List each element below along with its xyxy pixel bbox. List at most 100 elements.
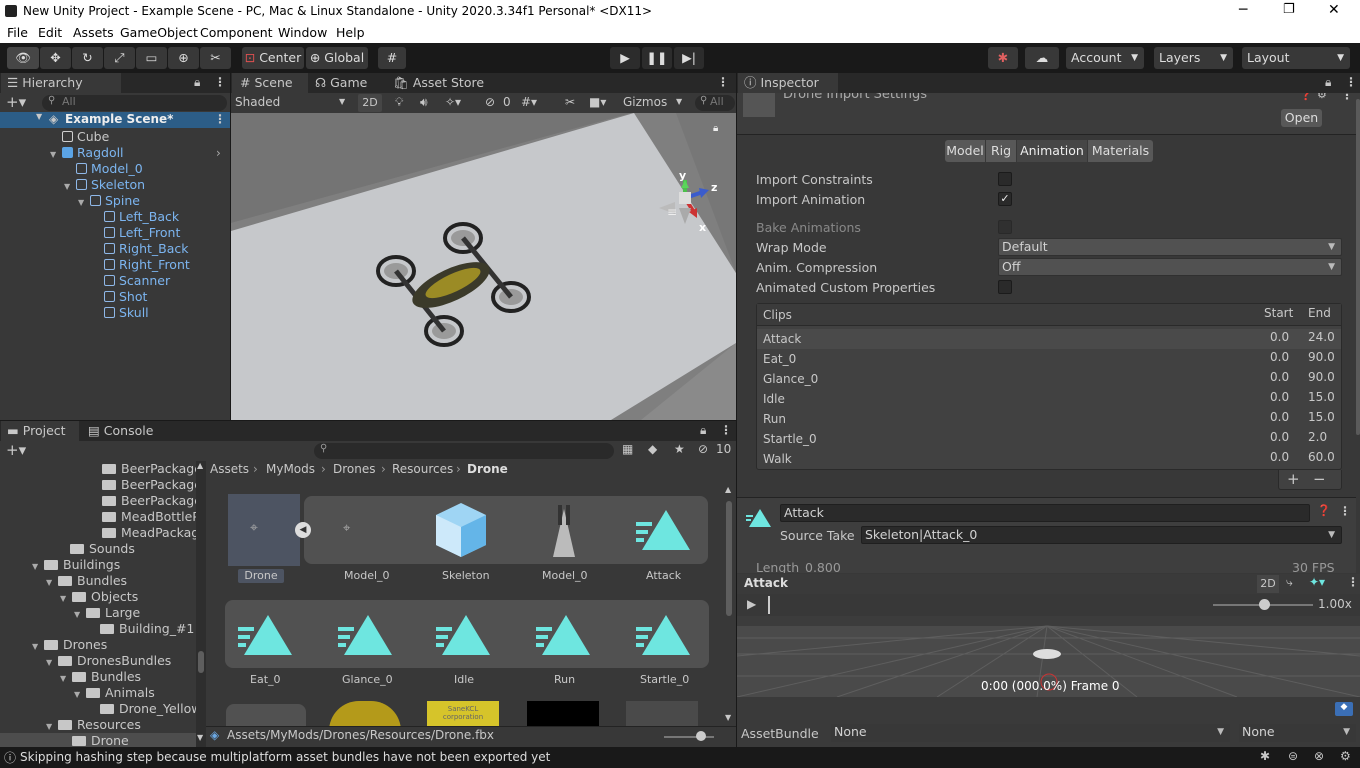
tag-icon[interactable]: ◆ — [1335, 702, 1353, 716]
play-button[interactable]: ▶ — [610, 47, 640, 69]
scene-viewport[interactable]: y z x 🔒︎ ≡ — [231, 113, 736, 420]
layout-dropdown[interactable]: Layout ▼ — [1242, 47, 1350, 69]
hidden-objects-icon[interactable]: ⊘ — [485, 95, 495, 109]
tab-console[interactable]: ▤ Console — [88, 421, 168, 441]
pivot-icon[interactable]: ⤷ — [1286, 575, 1293, 590]
animation-clip-icon[interactable] — [238, 613, 294, 657]
rect-tool-button[interactable]: ▭ — [136, 47, 167, 69]
asset-partial-gray[interactable] — [626, 701, 698, 726]
scroll-down-icon[interactable]: ▼ — [725, 713, 731, 722]
scene-gizmo[interactable] — [651, 168, 731, 238]
more-icon[interactable]: ⋮ — [1347, 575, 1359, 589]
model0-asset[interactable] — [549, 503, 579, 559]
tools-icon[interactable]: ✂ — [565, 95, 575, 109]
close-button[interactable]: ✕ — [1328, 2, 1340, 18]
hierarchy-item-ragdoll[interactable]: ▼ Ragdoll — [50, 145, 124, 161]
anim-compression-dropdown[interactable]: Off ▼ — [998, 258, 1342, 276]
tree-item[interactable]: ▼ Drones — [32, 637, 107, 653]
breadcrumb-item[interactable]: Assets — [210, 462, 249, 476]
scene-menu-icon[interactable]: ⋮ — [214, 112, 226, 126]
progress-icon[interactable]: ⊗ — [1314, 749, 1324, 763]
speed-slider-thumb[interactable] — [1259, 599, 1270, 610]
expand-icon[interactable]: ▼ — [74, 607, 86, 623]
expand-icon[interactable]: ▼ — [60, 671, 72, 687]
scene-row[interactable]: ▼ ◈ Example Scene* ⋮ — [0, 112, 230, 128]
tree-item[interactable]: ▼ Buildings — [32, 557, 120, 573]
tree-item[interactable]: BeerPackage — [102, 493, 202, 509]
tree-item[interactable]: ▼ Bundles — [46, 573, 127, 589]
import-animation-checkbox[interactable]: ✓ — [998, 192, 1012, 206]
tree-item[interactable]: BeerPackage — [102, 461, 202, 477]
help-icon[interactable]: ❓ — [1299, 93, 1313, 101]
animation-clip-icon[interactable] — [636, 613, 692, 657]
preview-viewport[interactable]: 0:00 (000.0%) Frame 0 — [737, 616, 1360, 697]
expand-icon[interactable]: ▼ — [50, 147, 62, 163]
tree-item[interactable]: ▼ Resources — [46, 717, 141, 733]
asset-partial-sphere[interactable] — [329, 701, 401, 726]
hierarchy-item-shot[interactable]: Shot — [104, 289, 147, 305]
lock-icon[interactable]: 🔒︎ — [194, 75, 200, 90]
scale-tool-button[interactable]: ⤢ — [104, 47, 135, 69]
expand-icon[interactable]: ▼ — [32, 639, 44, 655]
zoom-slider-track[interactable] — [664, 736, 714, 738]
2d-toggle[interactable]: 2D — [358, 94, 382, 112]
hierarchy-item-cube[interactable]: Cube — [62, 129, 109, 145]
pause-button[interactable]: ❚❚ — [642, 47, 672, 69]
tab-hierarchy[interactable]: ☰ Hierarchy — [1, 73, 121, 93]
panel-menu-icon[interactable]: ⋮ — [214, 75, 226, 89]
menu-window[interactable]: Window — [278, 25, 327, 40]
filter-type-icon[interactable]: ▦ — [622, 442, 633, 456]
asset-partial[interactable] — [226, 704, 306, 726]
lock-icon[interactable]: 🔒︎ — [1325, 75, 1331, 90]
avatar-icon[interactable]: ✦▾ — [1309, 575, 1325, 589]
hierarchy-search-input[interactable]: ⚲ All — [42, 95, 227, 111]
expand-icon[interactable]: ▼ — [78, 195, 90, 211]
skeleton-asset[interactable] — [434, 501, 488, 559]
expand-icon[interactable]: ▼ — [46, 575, 58, 591]
breadcrumb-item[interactable]: Resources — [392, 462, 453, 476]
debug-icon[interactable]: ✱ — [1260, 749, 1270, 763]
menu-file[interactable]: File — [7, 25, 28, 40]
animation-clip-icon[interactable] — [338, 613, 394, 657]
zoom-slider-thumb[interactable] — [696, 731, 706, 741]
add-icon[interactable]: +▾ — [6, 441, 26, 459]
panel-menu-icon[interactable]: ⋮ — [720, 423, 732, 437]
menu-edit[interactable]: Edit — [38, 25, 62, 40]
breadcrumb-item[interactable]: Drones — [333, 462, 376, 476]
collab-button[interactable]: ✱ — [988, 47, 1018, 69]
clip-name-input[interactable]: Attack — [780, 504, 1310, 522]
transform-tool-button[interactable]: ⊕ — [168, 47, 199, 69]
scrollbar-thumb[interactable] — [726, 501, 732, 616]
hierarchy-item-left-back[interactable]: Left_Back — [104, 209, 179, 225]
camera-icon[interactable]: ■▾ — [589, 95, 606, 109]
asset-partial-texture[interactable]: SaneKCL corporation — [427, 701, 499, 726]
expand-icon[interactable]: ▼ — [74, 687, 86, 703]
cache-icon[interactable]: ⊜ — [1288, 749, 1298, 763]
hierarchy-item-right-back[interactable]: Right_Back — [104, 241, 189, 257]
assetbundle-dropdown[interactable]: None ▼ — [831, 724, 1230, 742]
tree-item[interactable]: ▼ Bundles — [60, 669, 141, 685]
tree-item[interactable]: Building_#1 — [100, 621, 194, 637]
hierarchy-item-model0[interactable]: Model_0 — [76, 161, 143, 177]
lock-icon[interactable]: 🔒︎ — [713, 123, 718, 134]
animation-clip-icon[interactable] — [636, 508, 692, 552]
clip-row[interactable]: Glance_0 0.0 90.0 — [757, 369, 1341, 389]
maximize-button[interactable]: ❐ — [1283, 2, 1295, 17]
grid-snap-button[interactable]: # — [378, 47, 406, 69]
expand-icon[interactable]: ▼ — [32, 559, 44, 575]
clip-row[interactable]: Walk 0.0 60.0 — [757, 449, 1341, 469]
menu-gameobject[interactable]: GameObject — [120, 25, 198, 40]
tree-item[interactable]: BeerPackage — [102, 477, 202, 493]
breadcrumb-item[interactable]: MyMods — [266, 462, 315, 476]
hierarchy-item-right-front[interactable]: Right_Front — [104, 257, 190, 273]
view-tool-button[interactable]: 👁 — [7, 47, 39, 69]
scroll-down-icon[interactable]: ▼ — [197, 733, 203, 742]
expand-icon[interactable]: ▼ — [46, 655, 58, 671]
account-dropdown[interactable]: Account ▼ — [1066, 47, 1144, 69]
step-button[interactable]: ▶| — [674, 47, 704, 69]
tab-asset-store[interactable]: 🛍︎ Asset Store — [393, 73, 503, 93]
tab-project[interactable]: ▬ Project — [1, 421, 79, 441]
breadcrumb-item-current[interactable]: Drone — [467, 462, 508, 476]
status-message[interactable]: Skipping hashing step because multiplatf… — [20, 750, 550, 764]
gizmos-dropdown[interactable]: Gizmos ▼ — [618, 94, 688, 112]
